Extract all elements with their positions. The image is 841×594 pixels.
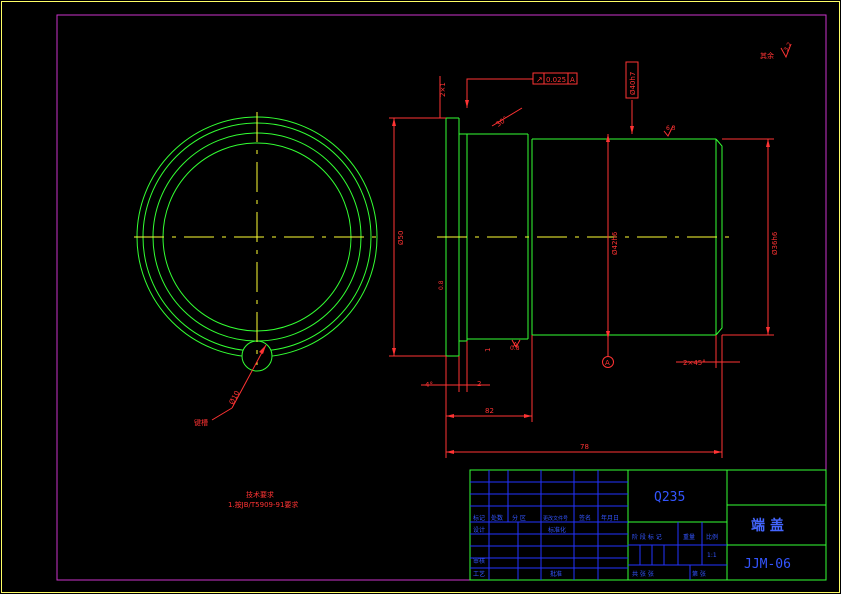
tb-label-standard: 标准化 [548,526,566,534]
tb-part-name: 端 盖 [751,517,784,534]
datum-bubble-label: A [605,359,610,367]
tolerance-value: 0.025 [546,76,566,84]
arrow-tol [465,100,469,108]
roughness-rest-text: 其余 [760,51,774,60]
dim-2-label: 2 [477,380,481,388]
datum-bottom-label: A [513,341,518,349]
arrow-78-left [446,450,454,454]
arrow-82-right [524,414,532,418]
arrow-d42-top [606,134,610,142]
vertical-tag-label: Ø40h7 [629,72,637,95]
tolerance-leader [466,78,533,108]
outer-border [1,1,840,593]
dim-82-label: 82 [485,407,494,415]
roughness-rest-value: 3.2 [783,41,794,53]
tb-stage-label: 阶 段 标 记 [632,533,662,541]
dimensions [389,43,792,458]
dim-d50-label: Ø50 [397,231,405,245]
tb-label-process: 工艺 [473,570,485,578]
arrow-d36-top [766,139,770,147]
arrow-82-left [446,414,454,418]
tb-label-review: 审核 [473,557,485,565]
end-view-key-hole [241,340,273,372]
arrow-tag [630,126,634,134]
tb-scale-value: 1:1 [707,552,717,559]
tb-drawing-no: JJM-06 [744,557,791,572]
tb-label-change: 更改文件号 [543,515,568,522]
arrow-78-right [714,450,722,454]
tech-req-line1: 1.按JB/T5909-91要求 [228,500,298,509]
tech-req-title: 技术要求 [246,490,274,499]
neck-bottom [459,339,468,342]
key-label: 键槽 [194,418,208,427]
tolerance-symbol: ↗ [536,75,543,84]
dim-d36-label: Ø36h6 [771,231,779,255]
tb-weight-label: 重量 [683,533,695,541]
tolerance-datum: A [570,76,575,84]
tb-label-count: 处数 [491,514,503,522]
tb-label-zone: 分 区 [512,514,526,522]
dim-78-label: 78 [580,443,589,451]
tb-material: Q235 [654,490,685,505]
tb-sheet-no: 第 张 [692,570,706,578]
tb-label-mark: 标记 [473,514,485,522]
dim-1-label: 1 [484,348,492,352]
roughness-top-label: 6.3 [666,125,676,132]
tb-sheets-total: 共 张 张 [632,570,654,578]
roughness-face-label: 0.8 [438,280,445,290]
dim-chamfer-right-label: 2×45° [683,359,706,367]
key-leader-tail [211,407,233,421]
neck-top [459,133,468,136]
tb-label-sign: 签名 [579,514,591,522]
arrow-d50-bottom [392,348,396,356]
tb-label-design: 设计 [473,526,485,534]
dim-d42-label: Ø42h6 [611,231,619,255]
tb-scale-label: 比例 [706,533,718,541]
chamfer-top-label: 2×1 [439,82,447,97]
arrow-d50-top [392,118,396,126]
arrow-d36-bottom [766,327,770,335]
arrowheads [392,100,770,454]
key-hole-dim: Ø10 [228,389,242,405]
drawing-canvas: Ø10 键槽 Ø50 Ø42h6 Ø36h6 82 78 2 1 4° 2×45… [1,1,840,593]
tb-label-date: 年月日 [601,514,619,522]
end-view [134,112,382,421]
tb-label-approve: 批准 [550,570,562,578]
dim-chamfer-left-label: 4° [425,381,433,389]
